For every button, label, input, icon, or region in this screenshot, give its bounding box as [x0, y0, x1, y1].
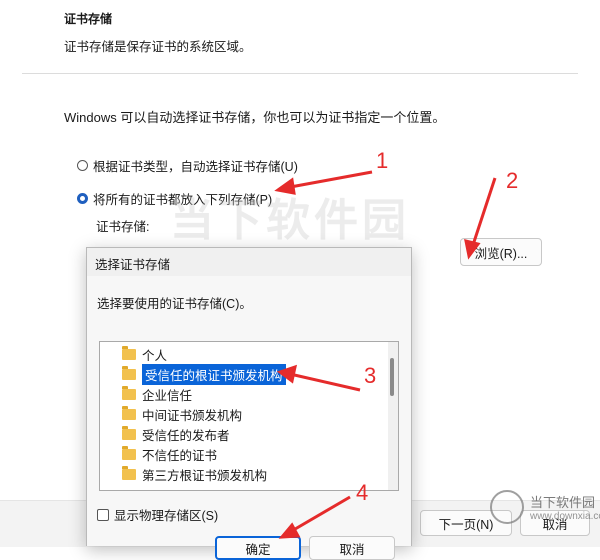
annotation-number-2: 2: [506, 168, 519, 193]
logo-emblem-icon: [490, 490, 524, 524]
annotation-number-4: 4: [356, 480, 369, 505]
logo-text: 当下软件园: [530, 495, 596, 510]
arrow-2: [470, 177, 497, 249]
arrow-3: [289, 372, 361, 392]
logo-url: www.downxia.com: [530, 511, 600, 522]
annotation-arrows: [274, 170, 497, 539]
arrow-1: [284, 170, 373, 190]
arrow-4: [289, 495, 351, 534]
arrowhead-3: [276, 364, 298, 384]
arrowhead-1: [274, 177, 296, 195]
annotation-number-3: 3: [364, 363, 377, 388]
site-logo: 当下软件园 www.downxia.com: [490, 490, 600, 524]
arrowhead-4: [278, 522, 301, 539]
arrowhead-2: [464, 238, 481, 260]
annotation-number-1: 1: [376, 148, 389, 173]
